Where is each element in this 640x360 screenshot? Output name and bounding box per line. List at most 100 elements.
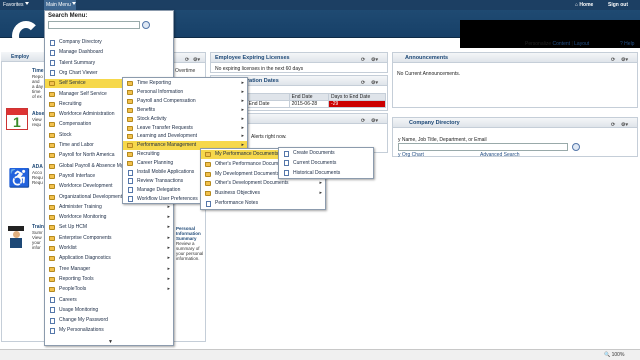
main-menu-item-label: Workforce Monitoring — [59, 214, 107, 221]
folder-icon — [205, 152, 211, 157]
home-icon: ⌂ — [575, 2, 579, 8]
settings-icon[interactable]: ⚙▾ — [371, 55, 378, 65]
help-label: Help — [624, 41, 635, 47]
folder-icon — [49, 287, 55, 293]
main-menu-item[interactable]: Application Diagnostics ▸ — [45, 254, 173, 263]
self-service-item[interactable]: Leave Transfer Requests ▸ — [123, 124, 247, 133]
help-link[interactable]: ? Help — [620, 41, 634, 47]
document-icon — [128, 196, 133, 203]
self-service-item[interactable]: Learning and Development ▸ — [123, 132, 247, 141]
main-menu-item-label: Stock — [59, 131, 72, 138]
ada-tile[interactable]: ADA Acco Requ Requ — [32, 164, 43, 186]
folder-icon — [49, 173, 55, 179]
graduate-icon[interactable] — [8, 226, 24, 248]
main-menu-item-label: Set Up HCM — [59, 224, 88, 231]
main-menu-item[interactable]: Set Up HCM ▸ — [45, 223, 173, 232]
chevron-right-icon: ▸ — [241, 133, 244, 140]
performance-item[interactable]: Other's Development Documents ▸ — [201, 179, 325, 188]
pagelet-header: Employee Expiring Licenses ⟳ ⚙▾ — [211, 53, 387, 63]
main-menu-item[interactable]: Careers — [45, 296, 173, 305]
absence-tile[interactable]: Abse View requ — [32, 111, 44, 128]
main-menu-item[interactable]: Manage Dashboard — [45, 48, 173, 57]
main-menu-item[interactable]: Tree Manager ▸ — [45, 265, 173, 274]
tile-line: infor — [32, 245, 41, 250]
advanced-search-link[interactable]: Advanced Search — [480, 152, 519, 158]
refresh-icon[interactable]: ⟳ — [361, 55, 365, 65]
home-label: Home — [579, 2, 594, 8]
self-service-item[interactable]: Personal Information ▸ — [123, 88, 247, 97]
chevron-right-icon: ▸ — [167, 234, 170, 241]
folder-icon — [49, 256, 55, 262]
main-menu-button[interactable]: Main Menu — [46, 1, 76, 9]
performance-item-label: Other's Performance Documents — [215, 160, 288, 167]
folder-icon — [127, 89, 133, 95]
performance-item[interactable]: Business Objectives ▸ — [201, 189, 325, 198]
main-menu-item-label: Org Chart Viewer — [59, 69, 98, 76]
expiring-licenses-pagelet: Employee Expiring Licenses ⟳ ⚙▾ No expiri… — [210, 52, 388, 73]
personal-information-tile[interactable]: Personal Information Summary Review a su… — [176, 226, 208, 261]
home-link[interactable]: ⌂ Home — [575, 1, 593, 9]
scroll-down-icon[interactable]: ▼ — [108, 339, 113, 345]
refresh-icon[interactable]: ⟳ — [185, 55, 189, 65]
main-menu-item[interactable]: Enterprise Components ▸ — [45, 234, 173, 243]
folder-icon — [205, 171, 211, 177]
main-menu-item[interactable]: Usage Monitoring — [45, 306, 173, 315]
self-service-item[interactable]: Time Reporting ▸ — [123, 79, 247, 88]
refresh-icon[interactable]: ⟳ — [611, 120, 615, 130]
personalize-label: Personalize — [525, 41, 552, 47]
main-menu-item[interactable]: Worklist ▸ — [45, 244, 173, 253]
self-service-item[interactable]: Benefits ▸ — [123, 106, 247, 115]
accessibility-icon[interactable]: ♿ — [8, 168, 30, 189]
main-menu-item[interactable]: Change My Password — [45, 316, 173, 325]
settings-icon[interactable]: ⚙▾ — [621, 55, 628, 65]
time-reporting-tile[interactable]: Time Repo and a day time of ex — [32, 68, 44, 100]
personalize-content-link[interactable]: Content — [553, 41, 571, 47]
my-org-chart-link[interactable]: y Org Chart — [398, 152, 424, 158]
my-performance-item[interactable]: Historical Documents — [279, 169, 373, 178]
main-menu-item[interactable]: Workforce Monitoring ▸ — [45, 213, 173, 222]
search-menu-input[interactable] — [48, 21, 140, 29]
main-menu-item-label: PeopleTools — [59, 286, 87, 293]
chevron-right-icon: ▸ — [241, 80, 244, 86]
main-menu-item[interactable]: Company Directory — [45, 38, 173, 47]
calendar-icon[interactable]: 1 — [6, 108, 28, 130]
main-menu-item[interactable]: My Personalizations — [45, 326, 173, 335]
refresh-icon[interactable]: ⟳ — [361, 116, 365, 126]
search-go-icon[interactable] — [142, 21, 150, 29]
main-menu-item[interactable]: PeopleTools ▸ — [45, 285, 173, 294]
settings-icon[interactable]: ⚙▾ — [621, 120, 628, 130]
main-menu-item[interactable]: Administer Training ▸ — [45, 203, 173, 212]
my-performance-item[interactable]: Current Documents — [279, 159, 373, 168]
tile-line: of ex — [32, 94, 42, 99]
main-menu-item-label: Compensation — [59, 121, 92, 128]
document-icon — [50, 307, 55, 314]
sign-out-link[interactable]: Sign out — [608, 1, 628, 9]
personalize-layout-link[interactable]: Layout — [574, 41, 589, 47]
pagelet-title: Employee Expiring Licenses — [215, 55, 290, 61]
main-menu-item-label: Manage Dashboard — [59, 49, 103, 56]
favorites-menu[interactable]: Favorites — [3, 1, 29, 9]
main-menu-item[interactable]: Talent Summary — [45, 59, 173, 68]
folder-icon — [49, 91, 55, 97]
folder-icon — [49, 132, 55, 138]
self-service-item[interactable]: Stock Activity ▸ — [123, 115, 247, 124]
self-service-item-label: Manage Delegation — [137, 186, 181, 193]
folder-icon — [127, 98, 133, 104]
settings-icon[interactable]: ⚙▾ — [193, 55, 200, 65]
performance-item[interactable]: Performance Notes — [201, 199, 325, 208]
self-service-item[interactable]: Payroll and Compensation ▸ — [123, 97, 247, 106]
refresh-icon[interactable]: ⟳ — [361, 78, 365, 88]
settings-icon[interactable]: ⚙▾ — [371, 78, 378, 88]
my-performance-item-label: Current Documents — [293, 159, 337, 166]
training-tile[interactable]: Train Sumr View your infor — [32, 224, 44, 251]
self-service-item-label: Benefits — [137, 106, 156, 113]
directory-search-input[interactable] — [398, 143, 568, 151]
main-menu-item[interactable]: Reporting Tools ▸ — [45, 275, 173, 284]
search-go-icon[interactable] — [572, 143, 580, 151]
zoom-level[interactable]: 🔍 100% — [604, 352, 624, 358]
refresh-icon[interactable]: ⟳ — [611, 55, 615, 65]
self-service-item-label: Career Planning — [137, 160, 174, 167]
my-performance-item[interactable]: Create Documents — [279, 149, 373, 158]
folder-icon — [49, 112, 55, 118]
settings-icon[interactable]: ⚙▾ — [371, 116, 378, 126]
